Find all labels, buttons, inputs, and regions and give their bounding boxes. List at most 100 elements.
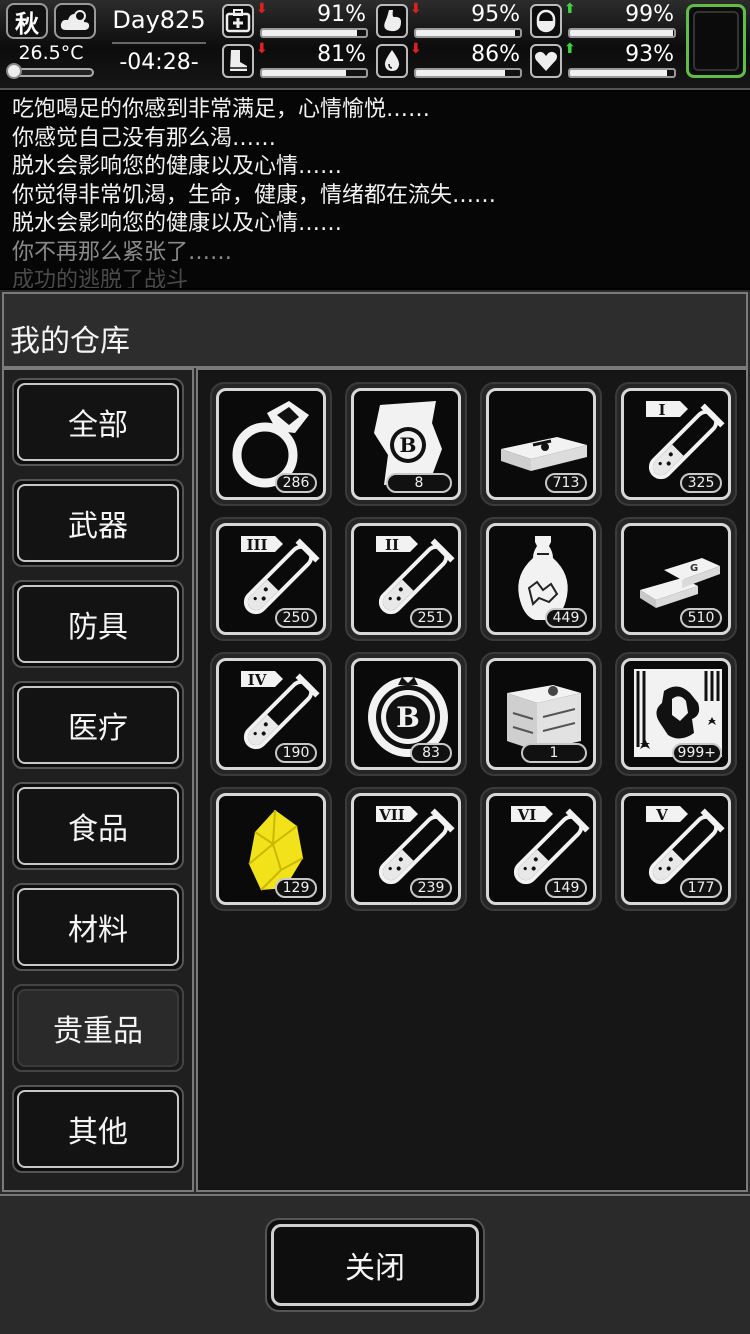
svg-text:I: I [658, 401, 665, 419]
pill-icon [530, 4, 562, 38]
item-count: 239 [410, 878, 452, 898]
inventory-item[interactable]: 713 [480, 382, 602, 506]
category-tab-7[interactable]: 其他 [12, 1085, 184, 1173]
log-line: 吃饱喝足的你感到非常满足，心情愉悦…… [12, 97, 431, 122]
inventory-item[interactable]: VI 149 [480, 787, 602, 911]
stat-bar [568, 28, 676, 38]
log-line: 你不再那么紧张了…… [12, 239, 233, 265]
heart-icon [530, 44, 562, 78]
inventory-item[interactable]: I 325 [615, 382, 737, 506]
close-button[interactable]: 关闭 [265, 1218, 485, 1312]
day-counter: Day825 [112, 6, 206, 34]
category-label: 医疗 [17, 686, 179, 764]
item-frame: 129 [216, 793, 326, 905]
category-tab-5[interactable]: 材料 [12, 883, 184, 971]
water-drop-icon [376, 44, 408, 78]
item-frame: IV 190 [216, 658, 326, 770]
boot-icon [222, 44, 254, 78]
inventory-item[interactable]: B8 [345, 382, 467, 506]
svg-text:VII: VII [378, 806, 405, 824]
stat-value: 86% [471, 42, 520, 67]
item-count: 713 [545, 473, 587, 493]
inventory-item[interactable]: III 250 [210, 517, 332, 641]
category-tab-0[interactable]: 全部 [12, 378, 184, 466]
trend-up-icon: ⬆ [564, 1, 576, 17]
season-badge: 秋 [6, 3, 48, 39]
item-frame: 286 [216, 388, 326, 500]
item-count: 129 [275, 878, 317, 898]
panel-title: 我的仓库 [10, 324, 130, 359]
stat-bar [568, 68, 676, 78]
panel-footer: 关闭 [0, 1194, 750, 1334]
item-count: 999+ [671, 743, 722, 763]
category-tab-6[interactable]: 贵重品 [12, 984, 184, 1072]
stat-bar [414, 28, 522, 38]
category-label: 武器 [17, 484, 179, 562]
category-label: 材料 [17, 888, 179, 966]
stat-thirst: ⬇ 86% [376, 42, 524, 82]
inventory-item[interactable]: G 510 [615, 517, 737, 641]
item-count: 286 [275, 473, 317, 493]
trend-up-icon: ⬆ [564, 41, 576, 57]
item-count: 149 [545, 878, 587, 898]
item-frame: III 250 [216, 523, 326, 635]
category-label: 其他 [17, 1090, 179, 1168]
category-sidebar: 全部武器防具医疗食品材料贵重品其他 [2, 368, 194, 1192]
stat-value: 81% [317, 42, 366, 67]
message-log: 吃饱喝足的你感到非常满足，心情愉悦…… 你感觉自己没有那么渴…… 脱水会影响您的健康… [0, 92, 750, 288]
item-count: 190 [275, 743, 317, 763]
close-button-label: 关闭 [271, 1224, 479, 1306]
item-frame: VI 149 [486, 793, 596, 905]
inventory-item[interactable]: 129 [210, 787, 332, 911]
equipment-slot[interactable] [686, 4, 746, 78]
svg-text:V: V [655, 806, 668, 824]
inventory-item[interactable]: II 251 [345, 517, 467, 641]
log-line: 你觉得非常饥渴，生命，健康，情绪都在流失…… [12, 182, 497, 208]
item-count: 251 [410, 608, 452, 628]
category-label: 食品 [17, 787, 179, 865]
stat-bar [260, 28, 368, 38]
log-line: 脱水会影响您的健康以及心情…… [12, 211, 343, 236]
category-label: 贵重品 [17, 989, 179, 1067]
trend-down-icon: ⬇ [410, 1, 422, 17]
inventory-item[interactable]: 286 [210, 382, 332, 506]
game-time: -04:28- [119, 50, 199, 75]
item-count: 177 [680, 878, 722, 898]
log-line: 成功的逃脱了战斗 [12, 268, 189, 288]
stat-health: ⬇ 91% [222, 2, 370, 42]
category-label: 防具 [17, 585, 179, 663]
inventory-item[interactable]: V 177 [615, 787, 737, 911]
item-frame: B8 [351, 388, 461, 500]
inventory-item[interactable]: 449 [480, 517, 602, 641]
inventory-item[interactable]: 999+ [615, 652, 737, 776]
svg-text:B: B [400, 433, 417, 457]
status-bar: 秋 26.5°C Day825 -04:28- ⬇ 91% ⬇ 95% ⬆ 99% ⬇ 81%… [0, 0, 750, 90]
category-tab-4[interactable]: 食品 [12, 782, 184, 870]
svg-text:G: G [690, 563, 698, 574]
item-frame: I 325 [621, 388, 731, 500]
inventory-item[interactable]: B 83 [345, 652, 467, 776]
category-tab-2[interactable]: 防具 [12, 580, 184, 668]
trend-down-icon: ⬇ [410, 41, 422, 57]
category-label: 全部 [17, 383, 179, 461]
svg-text:II: II [385, 536, 399, 554]
inventory-item[interactable]: IV 190 [210, 652, 332, 776]
item-frame: 1 [486, 658, 596, 770]
inventory-item[interactable]: 1 [480, 652, 602, 776]
trend-down-icon: ⬇ [256, 41, 268, 57]
category-tab-3[interactable]: 医疗 [12, 681, 184, 769]
first-aid-icon [222, 4, 254, 38]
stat-value: 95% [471, 2, 520, 27]
item-grid: 286 B 8 713 I 325 III 250 II 251 449 G 510 IV 190 B 83 1 9… [196, 368, 748, 1192]
stat-bar [260, 68, 368, 78]
svg-text:III: III [246, 536, 267, 554]
item-frame: 713 [486, 388, 596, 500]
item-frame: 999+ [621, 658, 731, 770]
season-label: 秋 [15, 9, 39, 38]
stat-value: 91% [317, 2, 366, 27]
item-frame: V 177 [621, 793, 731, 905]
inventory-item[interactable]: VII 239 [345, 787, 467, 911]
divider [112, 42, 206, 44]
svg-text:IV: IV [248, 671, 267, 689]
category-tab-1[interactable]: 武器 [12, 479, 184, 567]
